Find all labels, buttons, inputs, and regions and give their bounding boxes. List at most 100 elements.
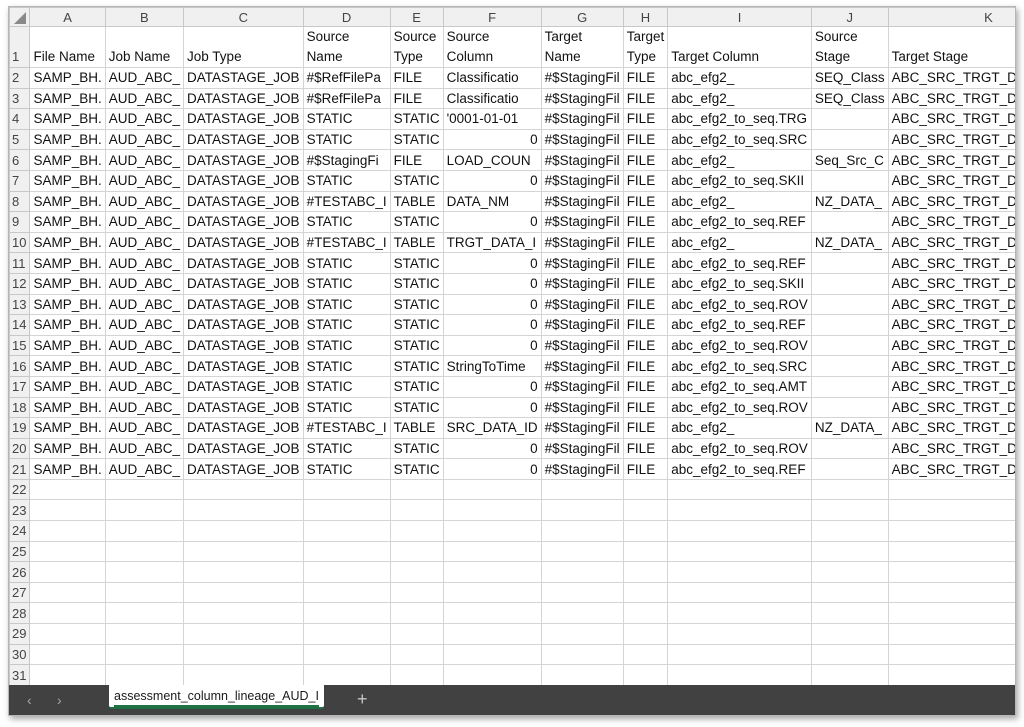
cell[interactable] (810, 355, 889, 377)
cell[interactable]: TABLE (389, 417, 444, 439)
cell[interactable] (667, 561, 812, 583)
cell[interactable] (810, 540, 889, 563)
cell[interactable] (887, 561, 1015, 583)
cell[interactable] (29, 520, 106, 542)
cell[interactable] (104, 520, 185, 542)
cell[interactable]: abc_efg2_ (667, 231, 812, 254)
cell[interactable] (810, 581, 889, 604)
cell[interactable]: ABC_SRC_TRGT_DATA_LOAD (887, 272, 1015, 295)
cell[interactable]: ABC_SRC_TRGT_DATA_LOAD (887, 293, 1015, 316)
row-header[interactable]: 31 (9, 664, 31, 686)
cell[interactable]: #$StagingFil (540, 252, 624, 274)
cell[interactable]: abc_efg2_to_seq.REF (667, 252, 812, 274)
cell[interactable] (389, 623, 444, 645)
row-header[interactable]: 27 (9, 581, 31, 604)
cell[interactable]: SAMP_BH. (29, 231, 106, 254)
cell[interactable] (887, 520, 1015, 542)
cell[interactable] (29, 623, 106, 645)
cell[interactable] (622, 623, 669, 645)
cell[interactable] (810, 478, 889, 501)
cell[interactable]: 0 (442, 396, 542, 419)
cell[interactable]: FILE (622, 190, 669, 213)
cell[interactable]: DATASTAGE_JOB (183, 190, 304, 213)
column-header-i[interactable]: I (667, 7, 812, 27)
cell[interactable] (622, 499, 669, 522)
cell[interactable]: STATIC (302, 375, 391, 398)
cell[interactable]: STATIC (389, 169, 444, 192)
cell[interactable]: FILE (389, 149, 444, 171)
cell[interactable] (442, 643, 542, 666)
cell[interactable]: Source Stage (810, 26, 889, 68)
cell[interactable] (104, 602, 185, 625)
cell[interactable]: 0 (442, 314, 542, 336)
cell[interactable]: STATIC (302, 211, 391, 233)
cell[interactable] (667, 623, 812, 645)
cell[interactable]: AUD_ABC_ (104, 169, 185, 192)
cell[interactable]: AUD_ABC_ (104, 67, 185, 89)
cell[interactable] (389, 540, 444, 563)
cell[interactable]: Target Type (622, 26, 669, 68)
cell[interactable]: ABC_SRC_TRGT_DATA_LOAD (887, 355, 1015, 377)
cell[interactable]: AUD_ABC_ (104, 417, 185, 439)
cell[interactable] (810, 314, 889, 336)
cell[interactable]: SAMP_BH. (29, 396, 106, 419)
cell[interactable]: DATASTAGE_JOB (183, 375, 304, 398)
row-header[interactable]: 16 (9, 355, 31, 377)
cell[interactable] (302, 478, 391, 501)
cell[interactable]: FILE (622, 375, 669, 398)
cell[interactable]: SAMP_BH. (29, 437, 106, 460)
cell[interactable] (29, 581, 106, 604)
cell[interactable] (622, 664, 669, 686)
cell[interactable] (29, 561, 106, 583)
cell[interactable]: 0 (442, 272, 542, 295)
cell[interactable]: #$StagingFil (540, 334, 624, 357)
cell[interactable] (810, 272, 889, 295)
cell[interactable] (29, 499, 106, 522)
cell[interactable] (389, 499, 444, 522)
cell[interactable] (442, 623, 542, 645)
cell[interactable]: 0 (442, 211, 542, 233)
cell[interactable] (183, 540, 304, 563)
cell[interactable]: STATIC (302, 437, 391, 460)
cell[interactable]: FILE (622, 314, 669, 336)
cell[interactable] (442, 664, 542, 686)
cell[interactable] (622, 602, 669, 625)
cell[interactable] (442, 520, 542, 542)
cell[interactable] (540, 540, 624, 563)
cell[interactable]: FILE (622, 355, 669, 377)
cell[interactable]: STATIC (302, 128, 391, 151)
cell[interactable] (389, 520, 444, 542)
cell[interactable] (29, 643, 106, 666)
cell[interactable] (667, 664, 812, 686)
cell[interactable] (104, 664, 185, 686)
cell[interactable]: STATIC (389, 108, 444, 130)
cell[interactable] (810, 108, 889, 130)
cell[interactable]: FILE (622, 272, 669, 295)
cell[interactable]: SAMP_BH. (29, 293, 106, 316)
cell[interactable] (540, 602, 624, 625)
cell[interactable] (810, 169, 889, 192)
cell[interactable]: AUD_ABC_ (104, 458, 185, 480)
cell[interactable] (389, 561, 444, 583)
cell[interactable]: DATASTAGE_JOB (183, 231, 304, 254)
row-header[interactable]: 19 (9, 417, 31, 439)
cell[interactable]: AUD_ABC_ (104, 355, 185, 377)
cell[interactable]: SAMP_BH. (29, 108, 106, 130)
cell[interactable]: 0 (442, 252, 542, 274)
cell[interactable] (183, 520, 304, 542)
cell[interactable]: #TESTABC_I (302, 417, 391, 439)
cell[interactable] (622, 581, 669, 604)
row-header[interactable]: 9 (9, 211, 31, 233)
cell[interactable]: '0001-01-01 (442, 108, 542, 130)
cell[interactable]: FILE (389, 87, 444, 110)
cell[interactable]: FILE (622, 417, 669, 439)
row-header[interactable]: 1 (9, 26, 31, 68)
cell[interactable]: STATIC (389, 355, 444, 377)
cell[interactable] (540, 664, 624, 686)
cell[interactable]: STATIC (302, 252, 391, 274)
cell[interactable]: AUD_ABC_ (104, 314, 185, 336)
row-header[interactable]: 6 (9, 149, 31, 171)
cell[interactable]: #$RefFilePa (302, 87, 391, 110)
column-header-g[interactable]: G (540, 7, 624, 27)
cell[interactable]: STATIC (389, 211, 444, 233)
